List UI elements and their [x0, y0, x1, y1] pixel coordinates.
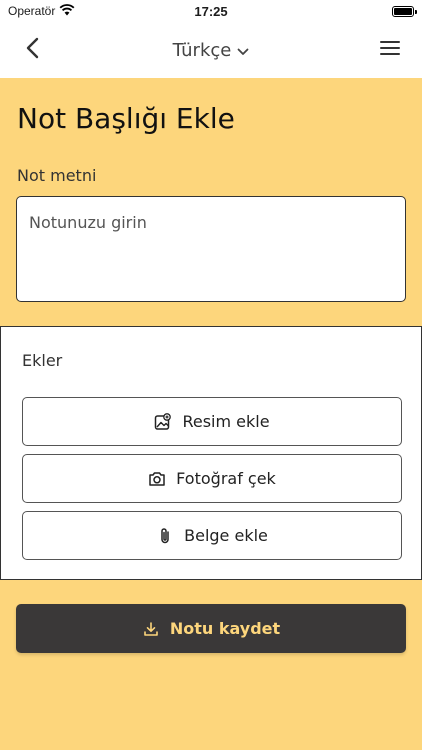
- camera-icon: [148, 470, 166, 488]
- image-add-icon: [154, 412, 172, 431]
- battery-fill: [394, 7, 412, 15]
- take-photo-label: Fotoğraf çek: [176, 469, 276, 488]
- chevron-down-icon: [237, 40, 249, 61]
- paperclip-icon: [156, 527, 174, 545]
- add-document-label: Belge ekle: [184, 526, 268, 545]
- battery-icon: [392, 5, 417, 17]
- status-left: Operatör: [8, 3, 75, 19]
- attachments-title: Ekler: [22, 351, 63, 370]
- language-selector[interactable]: Türkçe: [173, 40, 250, 61]
- download-icon: [142, 620, 160, 638]
- menu-button[interactable]: [378, 38, 402, 62]
- back-button[interactable]: [20, 37, 44, 63]
- carrier-label: Operatör: [8, 4, 56, 18]
- add-document-button[interactable]: Belge ekle: [22, 511, 402, 560]
- take-photo-button[interactable]: Fotoğraf çek: [22, 454, 402, 503]
- chevron-left-icon: [25, 37, 39, 63]
- note-text-label: Not metni: [17, 166, 97, 185]
- add-image-button[interactable]: Resim ekle: [22, 397, 402, 446]
- hamburger-menu-icon: [380, 40, 400, 60]
- status-bar: Operatör 17:25: [0, 0, 422, 22]
- attachments-section: Ekler Resim ekle Fotoğraf çek Belge ekle: [0, 326, 422, 580]
- save-note-button[interactable]: Notu kaydet: [16, 604, 406, 653]
- wifi-icon: [59, 3, 75, 19]
- page-title: Not Başlığı Ekle: [17, 102, 235, 135]
- save-note-label: Notu kaydet: [169, 619, 281, 638]
- nav-bar: Türkçe: [0, 22, 422, 78]
- language-label: Türkçe: [172, 39, 232, 61]
- add-image-label: Resim ekle: [182, 412, 270, 431]
- note-text-input[interactable]: [16, 196, 406, 302]
